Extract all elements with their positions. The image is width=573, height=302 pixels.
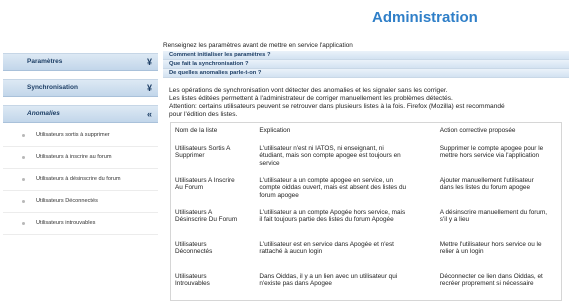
cell-name: Utilisateurs Déconnectés <box>175 240 213 256</box>
table-row: Utilisateurs Sortis A Supprimer L'utilisa… <box>171 141 562 173</box>
accordion-item-anomalies[interactable]: De quelles anomalies parle-t-on ? <box>163 69 569 78</box>
sidebar-item-label[interactable]: Utilisateurs introuvables <box>36 220 95 226</box>
description-line: Attention: certains utilisateurs peuvent… <box>169 103 505 110</box>
sidebar-section-parametres[interactable]: Paramètres ¥ <box>3 53 158 71</box>
bullet-icon <box>22 200 25 203</box>
table-row: Utilisateurs Introuvables Dans Oiddas, il… <box>171 269 562 301</box>
bullet-icon <box>22 156 25 159</box>
sidebar-item-deconnectes[interactable]: Utilisateurs Déconnectés <box>3 191 158 213</box>
sidebar-section-label: Paramètres <box>27 58 63 65</box>
sidebar-item-sortis[interactable]: Utilisateurs sortis à supprimer <box>3 125 158 147</box>
chevron-down-icon[interactable]: ¥ <box>147 56 152 68</box>
page-title: Administration <box>372 9 478 26</box>
sidebar-item-label[interactable]: Utilisateurs à désinscrire du forum <box>36 176 121 182</box>
accordion-item-synchronisation[interactable]: Que fait la synchronisation ? <box>163 60 569 69</box>
cell-name: Utilisateurs Sortis A Supprimer <box>175 144 231 160</box>
intro-text: Renseignez les paramètres avant de mettr… <box>163 42 353 49</box>
anomalies-table: Nom de la liste Explication Action corre… <box>170 122 562 301</box>
sidebar-item-inscrire[interactable]: Utilisateurs à inscrire au forum <box>3 147 158 169</box>
cell-explanation: L'utilisateur a un compte Apogée hors se… <box>259 208 406 224</box>
sidebar-anomalies-list: Utilisateurs sortis à supprimer Utilisat… <box>3 125 158 235</box>
cell-explanation: L'utilisateur est en service dans Apogée… <box>259 240 394 256</box>
accordion-item-parametres[interactable]: Comment initialiser les paramètres ? <box>163 51 569 60</box>
description-line: Les listes éditées permettent à l'admini… <box>169 95 453 102</box>
cell-action: Mettre l'utilisateur hors service ou le r… <box>439 240 542 256</box>
bullet-icon <box>22 178 25 181</box>
cell-explanation: L'utilisateur n'est ni IATOS, ni enseign… <box>259 144 401 168</box>
column-header-action: Action corrective proposée <box>439 127 516 134</box>
cell-action: Déconnecter ce lien dans Oiddas, et recré… <box>439 272 543 288</box>
chevron-up-icon[interactable]: « <box>147 108 152 120</box>
sidebar-section-anomalies[interactable]: Anomalies « <box>3 105 158 123</box>
cell-name: Utilisateurs A Inscrire Au Forum <box>175 176 235 192</box>
column-header-name: Nom de la liste <box>175 127 218 134</box>
cell-explanation: L'utilisateur a un compte apogee en serv… <box>259 176 407 200</box>
table-row: Utilisateurs A Inscrire Au Forum L'utilis… <box>171 173 562 205</box>
sidebar-section-label: Synchronisation <box>27 84 78 91</box>
sidebar-item-desinscrire[interactable]: Utilisateurs à désinscrire du forum <box>3 169 158 191</box>
sidebar-section-label: Anomalies <box>27 110 60 117</box>
sidebar-item-label[interactable]: Utilisateurs Déconnectés <box>36 198 98 204</box>
sidebar-item-label[interactable]: Utilisateurs à inscrire au forum <box>36 154 112 160</box>
sidebar-item-label[interactable]: Utilisateurs sortis à supprimer <box>36 132 110 138</box>
main-content: Renseignez les paramètres avant de mettr… <box>163 42 569 301</box>
table-header-row: Nom de la liste Explication Action corre… <box>171 123 562 141</box>
sidebar-section-synchronisation[interactable]: Synchronisation ¥ <box>3 79 158 97</box>
table-row: Utilisateurs A Désinscrire Du Forum L'uti… <box>171 205 562 237</box>
description-line: pour l'édition des listes. <box>169 111 238 118</box>
sidebar-item-introuvables[interactable]: Utilisateurs introuvables <box>3 213 158 235</box>
cell-explanation: Dans Oiddas, il y a un lien avec un util… <box>259 272 398 288</box>
cell-action: A désinscrire manuellement du forum, s'il… <box>439 208 548 224</box>
chevron-down-icon[interactable]: ¥ <box>147 82 152 94</box>
description-line: Les opérations de synchronisation vont d… <box>169 87 448 94</box>
column-header-explanation: Explication <box>259 127 291 134</box>
cell-name: Utilisateurs Introuvables <box>175 272 210 288</box>
sidebar: Paramètres ¥ Synchronisation ¥ Anomalies… <box>3 53 158 235</box>
cell-action: Supprimer le compte apogee pour le mettre… <box>439 144 544 160</box>
cell-name: Utilisateurs A Désinscrire Du Forum <box>175 208 238 224</box>
bullet-icon <box>22 222 25 225</box>
bullet-icon <box>22 134 25 137</box>
cell-action: Ajouter manuellement l'utilisateur dans l… <box>439 176 534 192</box>
anomalies-description: Les opérations de synchronisation vont d… <box>163 87 569 119</box>
table-row: Utilisateurs Déconnectés L'utilisateur es… <box>171 237 562 269</box>
